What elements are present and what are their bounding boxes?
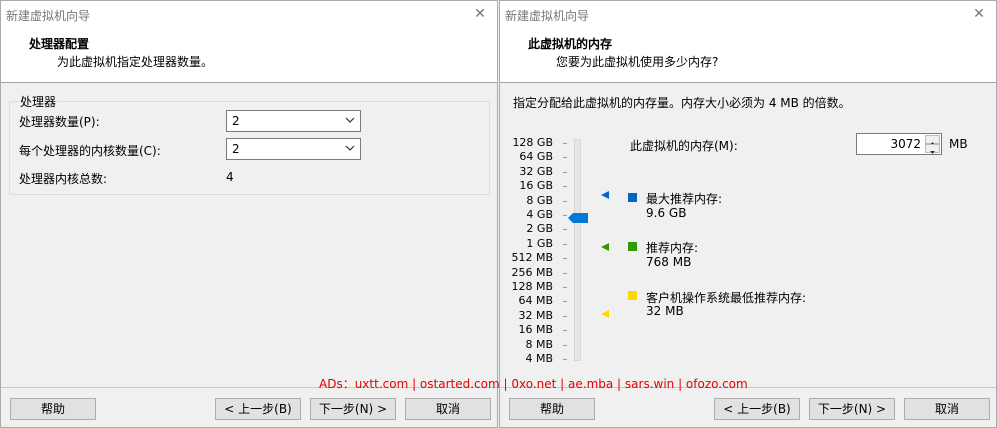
scale-tick-label: 2 GB [526, 222, 553, 236]
memory-unit: MB [949, 137, 968, 151]
processor-config-dialog: 新建虚拟机向导 ✕ 处理器配置 为此虚拟机指定处理器数量。 处理器 处理器数量(… [0, 0, 498, 428]
close-icon[interactable]: ✕ [473, 7, 487, 21]
ads-banner: ADs：uxtt.com | ostarted.com | 0xo.net | … [319, 377, 748, 391]
guest-min-legend-square [628, 291, 637, 300]
max-recommended-marker-icon [601, 191, 609, 199]
cancel-button[interactable]: 取消 [904, 398, 990, 420]
back-button[interactable]: < 上一步(B) [714, 398, 800, 420]
title-bar: 新建虚拟机向导 ✕ [1, 1, 497, 29]
cancel-button[interactable]: 取消 [405, 398, 491, 420]
scale-tick-label: 32 GB [519, 164, 553, 178]
next-button[interactable]: 下一步(N) > [809, 398, 895, 420]
wizard-header: 处理器配置 为此虚拟机指定处理器数量。 [1, 29, 497, 83]
scale-tick-label: 64 GB [519, 150, 553, 164]
guest-min-marker-icon [601, 310, 609, 318]
scale-tick-label: 16 GB [519, 179, 553, 193]
memory-spinbox[interactable]: 3072 [856, 133, 942, 155]
scale-tick [563, 359, 567, 360]
memory-slider-thumb[interactable] [568, 213, 588, 223]
page-title: 处理器配置 [29, 37, 90, 51]
cores-per-processor-value: 2 [232, 142, 240, 156]
memory-instructions: 指定分配给此虚拟机的内存量。内存大小必须为 4 MB 的倍数。 [513, 96, 851, 110]
recommended-value: 768 MB [646, 255, 692, 269]
title-bar: 新建虚拟机向导 ✕ [500, 1, 996, 29]
scale-tick-label: 4 GB [526, 208, 553, 221]
spin-up-button[interactable] [925, 135, 940, 145]
close-icon[interactable]: ✕ [972, 7, 986, 21]
memory-slider-track[interactable] [574, 139, 581, 361]
total-cores-label: 处理器内核总数: [19, 172, 108, 186]
recommended-label: 推荐内存: [646, 241, 699, 255]
spin-down-button[interactable] [925, 144, 940, 154]
chevron-down-icon [345, 117, 355, 123]
scale-tick [563, 171, 567, 173]
scale-tick [563, 344, 567, 346]
page-subtitle: 您要为此虚拟机使用多少内存? [556, 55, 719, 69]
triangle-down-icon [930, 151, 935, 154]
scale-tick [563, 301, 567, 303]
max-recommended-label: 最大推荐内存: [646, 192, 723, 206]
chevron-down-icon [345, 145, 355, 151]
help-button[interactable]: 帮助 [509, 398, 595, 420]
page-title: 此虚拟机的内存 [528, 37, 613, 51]
scale-tick [563, 272, 567, 274]
recommended-marker-icon [601, 243, 609, 251]
page-subtitle: 为此虚拟机指定处理器数量。 [57, 55, 214, 69]
next-button[interactable]: 下一步(N) > [310, 398, 396, 420]
scale-tick-label: 8 GB [526, 193, 553, 207]
scale-tick-label: 8 MB [525, 337, 553, 351]
processor-count-select[interactable]: 2 [226, 110, 361, 132]
scale-tick [563, 200, 567, 202]
scale-tick [563, 258, 567, 260]
wizard-header: 此虚拟机的内存 您要为此虚拟机使用多少内存? [500, 29, 996, 83]
scale-tick-label: 64 MB [518, 294, 553, 308]
scale-tick [563, 157, 567, 159]
scale-tick [563, 330, 567, 332]
scale-tick [563, 143, 567, 144]
scale-tick-label: 16 MB [518, 323, 553, 337]
scale-tick [563, 215, 567, 216]
cores-per-processor-label: 每个处理器的内核数量(C): [19, 144, 161, 158]
scale-tick [563, 229, 567, 231]
scale-tick [563, 287, 567, 288]
total-cores-value: 4 [226, 170, 234, 184]
scale-tick-label: 4 MB [525, 352, 553, 365]
max-recommended-legend-square [628, 193, 637, 202]
scale-tick-label: 128 MB [511, 280, 553, 293]
window-title: 新建虚拟机向导 [505, 9, 590, 23]
scale-tick-label: 512 MB [511, 251, 553, 265]
window-title: 新建虚拟机向导 [6, 9, 91, 23]
back-button[interactable]: < 上一步(B) [215, 398, 301, 420]
scale-tick-label: 128 GB [512, 136, 553, 149]
help-button[interactable]: 帮助 [10, 398, 96, 420]
memory-config-dialog: 新建虚拟机向导 ✕ 此虚拟机的内存 您要为此虚拟机使用多少内存? 指定分配给此虚… [499, 0, 997, 428]
memory-field-label: 此虚拟机的内存(M): [630, 139, 738, 153]
scale-tick-label: 32 MB [518, 308, 553, 322]
guest-min-value: 32 MB [646, 304, 684, 318]
processor-count-label: 处理器数量(P): [19, 115, 100, 129]
scale-tick [563, 243, 567, 245]
scale-tick-label: 1 GB [526, 236, 553, 250]
processor-count-value: 2 [232, 114, 240, 128]
max-recommended-value: 9.6 GB [646, 206, 687, 220]
processor-group-label: 处理器 [19, 93, 58, 110]
scale-tick [563, 186, 567, 188]
cores-per-processor-select[interactable]: 2 [226, 138, 361, 160]
memory-value: 3072 [890, 137, 921, 151]
recommended-legend-square [628, 242, 637, 251]
scale-tick [563, 315, 567, 317]
scale-tick-label: 256 MB [511, 265, 553, 279]
